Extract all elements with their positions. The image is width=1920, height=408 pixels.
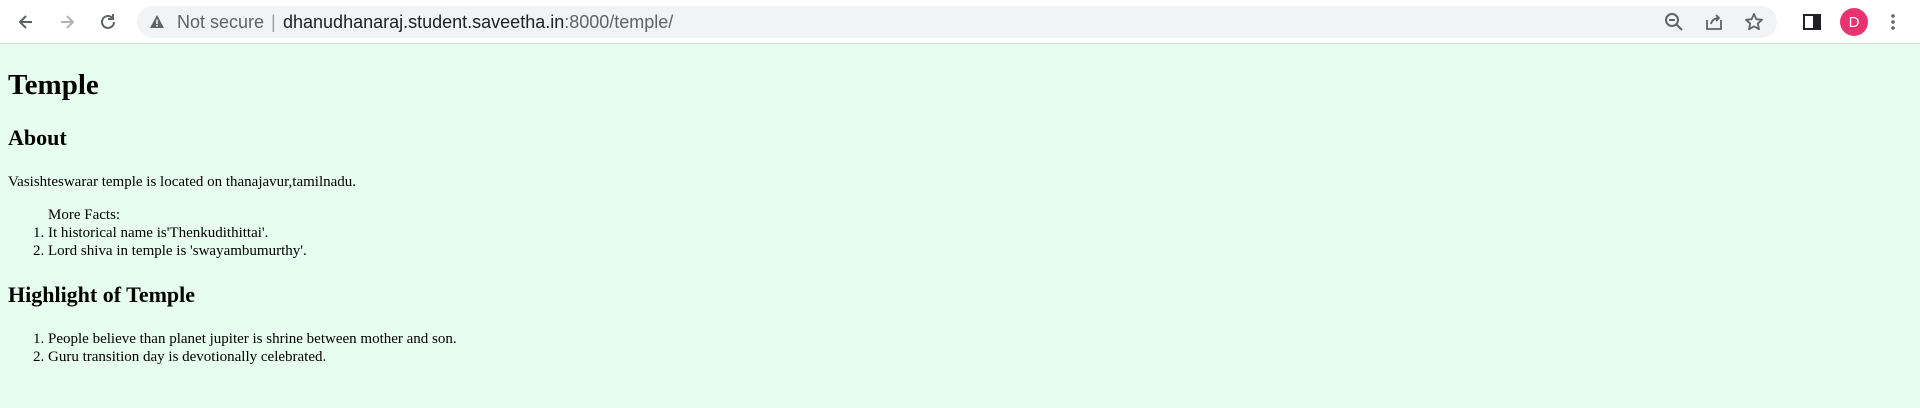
- browser-toolbar: Not secure | dhanudhanaraj.student.savee…: [0, 0, 1920, 44]
- page-title: Temple: [8, 69, 99, 101]
- reload-icon: [101, 14, 115, 29]
- about-paragraph: Vasishteswarar temple is located on than…: [8, 174, 357, 191]
- url-host: dhanudhanaraj.student.saveetha.in: [283, 12, 565, 32]
- list-item: It historical name is'Thenkudithittai'.: [48, 224, 1912, 242]
- arrow-left-icon: [18, 15, 32, 29]
- list-item: People believe than planet jupiter is sh…: [48, 330, 1912, 348]
- warning-icon: [149, 14, 165, 35]
- highlights-list: People believe than planet jupiter is sh…: [8, 330, 1912, 366]
- about-heading: About: [8, 124, 67, 150]
- omnibox-separator: |: [271, 12, 276, 32]
- url-text[interactable]: dhanudhanaraj.student.saveetha.in:8000/t…: [283, 12, 673, 33]
- side-panel-icon[interactable]: [1801, 11, 1823, 33]
- reload-button[interactable]: [94, 8, 122, 36]
- share-icon[interactable]: [1703, 11, 1725, 33]
- highlight-heading: Highlight of Temple: [8, 282, 196, 308]
- facts-list: It historical name is'Thenkudithittai'. …: [48, 224, 1912, 260]
- bookmark-star-icon[interactable]: [1743, 11, 1765, 33]
- avatar[interactable]: D: [1840, 8, 1868, 36]
- list-item: Guru transition day is devotionally cele…: [48, 348, 1912, 366]
- page-content: Temple About Vasishteswarar temple is lo…: [0, 45, 1920, 408]
- forward-button[interactable]: [53, 8, 81, 36]
- address-bar[interactable]: Not secure | dhanudhanaraj.student.savee…: [137, 6, 1777, 38]
- back-button[interactable]: [12, 8, 40, 36]
- list-item: Lord shiva in temple is 'swayambumurthy'…: [48, 242, 1912, 260]
- zoom-icon[interactable]: [1663, 11, 1685, 33]
- url-path: :8000/temple/: [564, 12, 674, 32]
- security-status[interactable]: Not secure: [177, 12, 264, 33]
- facts-block: More Facts: It historical name is'Thenku…: [8, 206, 1912, 260]
- facts-label: More Facts:: [48, 207, 121, 224]
- kebab-menu-icon[interactable]: [1882, 11, 1904, 33]
- arrow-right-icon: [61, 15, 75, 29]
